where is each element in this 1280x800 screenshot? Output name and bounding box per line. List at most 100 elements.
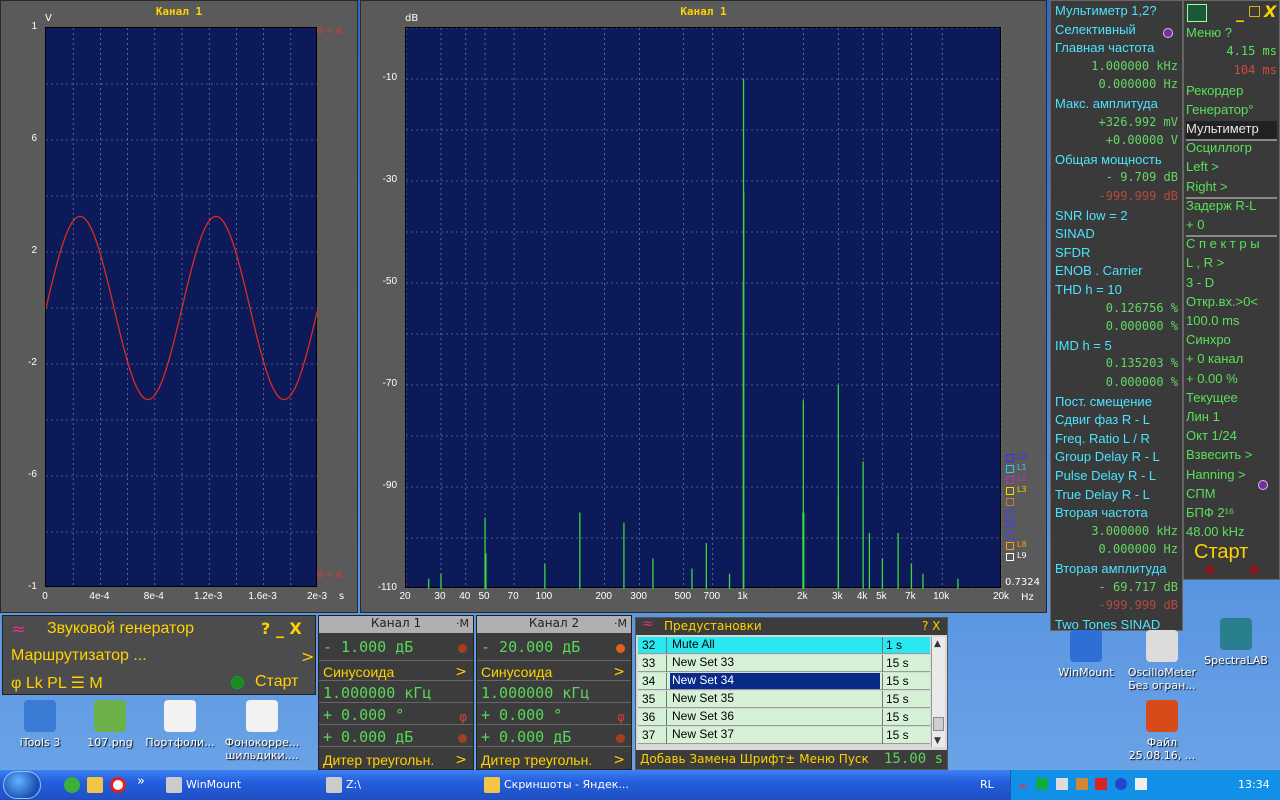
preset-row[interactable]: 36 New Set 36 15 s [638, 709, 930, 726]
maximize-button[interactable]: □ [1248, 3, 1261, 19]
preset-time[interactable]: 15 s [886, 674, 909, 688]
preset-row[interactable]: 33 New Set 33 15 s [638, 655, 930, 672]
channel-dither-arrow-icon[interactable]: > [613, 752, 625, 768]
taskbar-button[interactable]: Скриншоты - Яндек... [478, 773, 628, 797]
preset-time[interactable]: 15 s [886, 710, 909, 724]
preset-name[interactable]: New Set 33 [670, 655, 880, 671]
tray-volume-icon[interactable] [1075, 778, 1088, 790]
preset-name[interactable]: New Set 34 [670, 673, 880, 689]
menu-item[interactable]: Рекордер [1186, 83, 1277, 102]
taskbar-button[interactable]: WinMount [160, 773, 310, 797]
menu-item[interactable]: + 0 канал [1186, 351, 1277, 370]
menu-item[interactable]: Генератор° [1186, 102, 1277, 121]
presets-scrollbar[interactable]: ▲ ▼ [931, 637, 945, 747]
menu-item[interactable]: + 0.00 % [1186, 371, 1277, 390]
language-indicator[interactable]: RL [980, 778, 994, 791]
spm-indicator-icon[interactable] [1258, 480, 1268, 490]
preset-row[interactable]: 34 New Set 34 15 s [638, 673, 930, 690]
quicklaunch-ie-icon[interactable] [64, 777, 80, 793]
channel-dither[interactable]: Дитер треугольн. [481, 752, 592, 768]
menu-item[interactable]: Осциллогр [1186, 140, 1277, 159]
preset-row[interactable]: 35 New Set 35 15 s [638, 691, 930, 708]
channel-phase[interactable]: + 0.000 ° [481, 706, 562, 724]
menu-item[interactable]: Взвесить > [1186, 447, 1277, 466]
quicklaunch-folder-icon[interactable] [87, 777, 103, 793]
scroll-up-icon[interactable]: ▲ [934, 639, 941, 649]
menu-item[interactable]: Left > [1186, 159, 1277, 178]
tray-network-icon[interactable] [1055, 778, 1068, 790]
scroll-thumb[interactable] [933, 717, 944, 731]
tray-shield-icon[interactable] [1095, 778, 1108, 790]
menu-item[interactable]: 104 ms [1186, 63, 1277, 82]
generator-modes[interactable]: φ Lk PL ☰ M [11, 673, 103, 693]
spectrum-plot[interactable] [405, 27, 1002, 589]
desktop-icon[interactable]: 107.png [70, 700, 150, 749]
taskbar-button[interactable]: Z:\ [320, 773, 470, 797]
menu-item[interactable]: 100.0 ms [1186, 313, 1277, 332]
channel-dither-arrow-icon[interactable]: > [455, 752, 467, 768]
preset-time[interactable]: 15 s [886, 656, 909, 670]
menu-item[interactable]: Мультиметр [1186, 121, 1277, 140]
desktop-icon[interactable]: Портфоли... [140, 700, 220, 749]
preset-time[interactable]: 15 s [886, 728, 909, 742]
desktop-icon[interactable]: Фонокорре... шильдики.... [222, 700, 302, 762]
channel-frequency[interactable]: 1.000000 кГц [323, 684, 431, 702]
channel-level[interactable]: - 20.000 дБ [481, 638, 580, 656]
preset-name[interactable]: New Set 36 [670, 709, 880, 725]
channel-mute[interactable]: ·M [614, 617, 627, 630]
channel-level[interactable]: - 1.000 дБ [323, 638, 413, 656]
quicklaunch-opera-icon[interactable] [110, 777, 126, 793]
channel-dither[interactable]: Дитер треугольн. [323, 752, 434, 768]
channel-wave-arrow-icon[interactable]: > [455, 664, 467, 680]
start-orb-icon[interactable] [3, 771, 41, 799]
menu-item[interactable]: Right > [1186, 179, 1277, 198]
channel-gain[interactable]: + 0.000 дБ [323, 728, 413, 746]
presets-footer-actions[interactable]: Добавь Замена Шрифт± Меню Пуск [640, 752, 869, 766]
menu-item[interactable]: L , R > [1186, 255, 1277, 274]
tray-wave-icon[interactable]: ≈ [1018, 779, 1028, 793]
channel-waveform[interactable]: Синусоида [481, 664, 552, 680]
presets-window-buttons[interactable]: ? X [922, 619, 940, 633]
menu-item[interactable]: Откр.вх.>0< [1186, 294, 1277, 313]
menu-item[interactable]: Текущее [1186, 390, 1277, 409]
channel-phase[interactable]: + 0.000 ° [323, 706, 404, 724]
channel-frequency[interactable]: 1.000000 кГц [481, 684, 589, 702]
desktop-icon[interactable]: WinMount [1046, 630, 1126, 679]
preset-row[interactable]: 37 New Set 37 15 s [638, 727, 930, 744]
quicklaunch-chevron[interactable]: » [137, 774, 145, 789]
router-menu[interactable]: Маршрутизатор ... [11, 647, 147, 665]
tray-usb-icon[interactable] [1135, 778, 1148, 790]
menu-item[interactable]: С п е к т р ы [1186, 236, 1277, 255]
selective-indicator-icon[interactable] [1163, 28, 1173, 38]
menu-item[interactable]: Задерж R-L [1186, 198, 1277, 217]
scope-plot[interactable] [45, 27, 318, 588]
preset-name[interactable]: Mute All [670, 637, 880, 653]
channel-mute[interactable]: ·M [456, 617, 469, 630]
channel-waveform[interactable]: Синусоида [323, 664, 394, 680]
channel-wave-arrow-icon[interactable]: > [613, 664, 625, 680]
scroll-down-icon[interactable]: ▼ [934, 736, 941, 746]
desktop-icon[interactable]: iTools 3 [0, 700, 80, 749]
clock[interactable]: 13:34 [1238, 778, 1270, 791]
menu-item[interactable]: 4.15 ms [1186, 44, 1277, 63]
menu-item[interactable]: Синхро [1186, 332, 1277, 351]
menu-item[interactable]: Окт 1/24 [1186, 428, 1277, 447]
desktop-icon[interactable]: SpectraLAB [1196, 618, 1276, 667]
channel-gain[interactable]: + 0.000 дБ [481, 728, 571, 746]
menu-item[interactable]: Лин 1 [1186, 409, 1277, 428]
preset-name[interactable]: New Set 35 [670, 691, 880, 707]
preset-name[interactable]: New Set 37 [670, 727, 880, 743]
minimize-button[interactable]: _ [1236, 3, 1244, 22]
desktop-icon[interactable]: OscilloMeter Без огран... [1122, 630, 1202, 692]
router-arrow[interactable]: > [301, 647, 314, 666]
menu-item[interactable]: 3 - D [1186, 275, 1277, 294]
preset-time[interactable]: 15 s [886, 692, 909, 706]
generator-window-buttons[interactable]: ? _ X [261, 619, 302, 638]
presets-footer-value[interactable]: 15.00 s [884, 751, 943, 767]
menu-item[interactable]: БПФ 2¹⁶ [1186, 505, 1277, 524]
tray-scope-icon[interactable] [1035, 778, 1048, 790]
preset-time[interactable]: 1 s [886, 638, 902, 652]
menu-item[interactable]: + 0 [1186, 217, 1277, 236]
preset-row[interactable]: 32 Mute All 1 s [638, 637, 930, 654]
close-button[interactable]: X [1264, 2, 1276, 21]
